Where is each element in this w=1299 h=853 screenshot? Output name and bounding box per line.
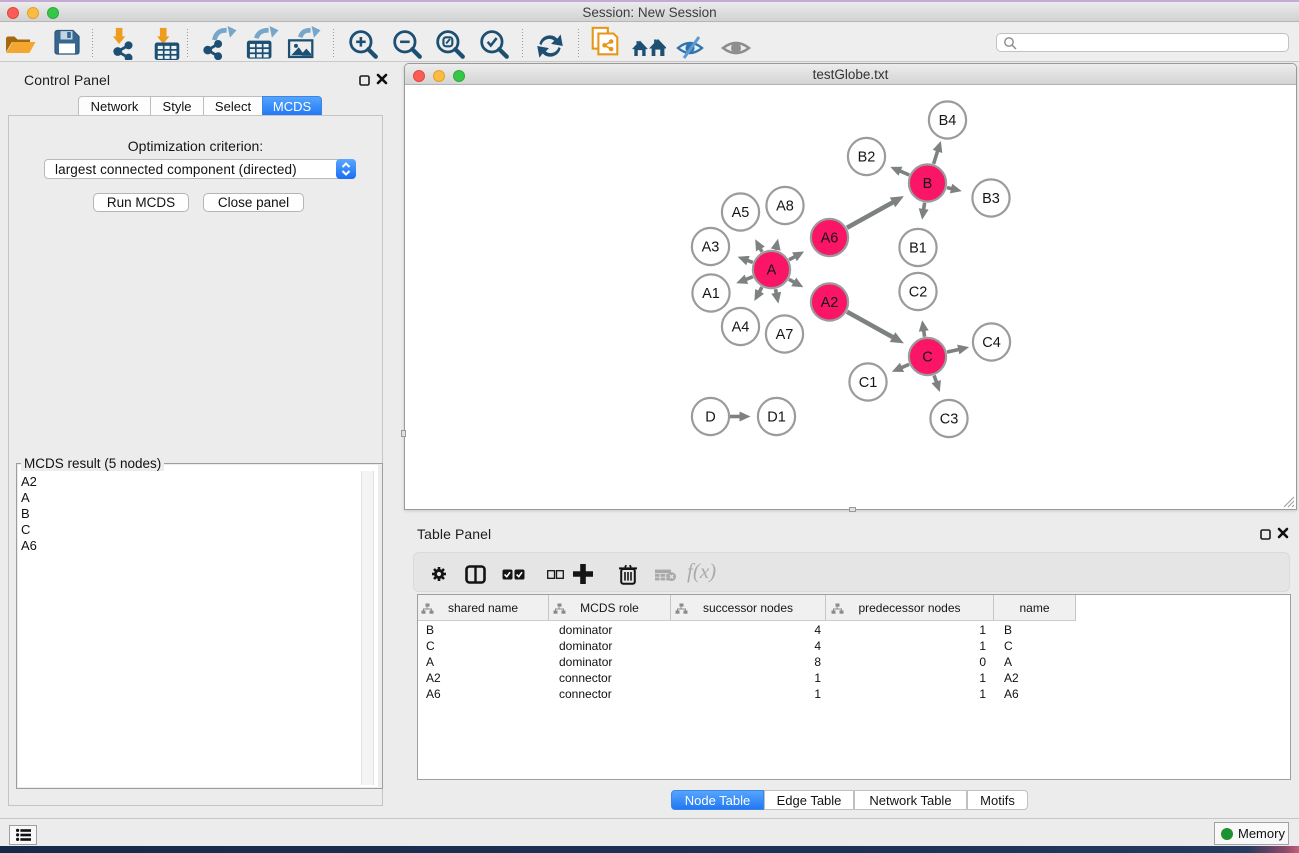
svg-text:B3: B3 (982, 191, 1000, 207)
svg-text:C2: C2 (909, 285, 928, 301)
svg-text:C: C (922, 350, 932, 366)
svg-text:A2: A2 (821, 295, 839, 311)
svg-text:B: B (923, 176, 933, 192)
svg-text:A: A (767, 263, 777, 279)
svg-text:C4: C4 (982, 335, 1001, 351)
svg-text:C1: C1 (859, 375, 878, 391)
svg-text:D: D (705, 410, 715, 426)
svg-text:B4: B4 (939, 113, 957, 129)
svg-text:A1: A1 (702, 286, 720, 302)
svg-text:D1: D1 (767, 410, 786, 426)
svg-text:A3: A3 (702, 240, 720, 256)
svg-text:B2: B2 (858, 150, 876, 166)
svg-text:A7: A7 (776, 327, 794, 343)
svg-text:A6: A6 (821, 231, 839, 247)
svg-text:A5: A5 (732, 205, 750, 221)
svg-text:A4: A4 (732, 320, 750, 336)
svg-text:A8: A8 (776, 199, 794, 215)
svg-text:C3: C3 (940, 412, 959, 428)
svg-text:B1: B1 (909, 241, 927, 257)
